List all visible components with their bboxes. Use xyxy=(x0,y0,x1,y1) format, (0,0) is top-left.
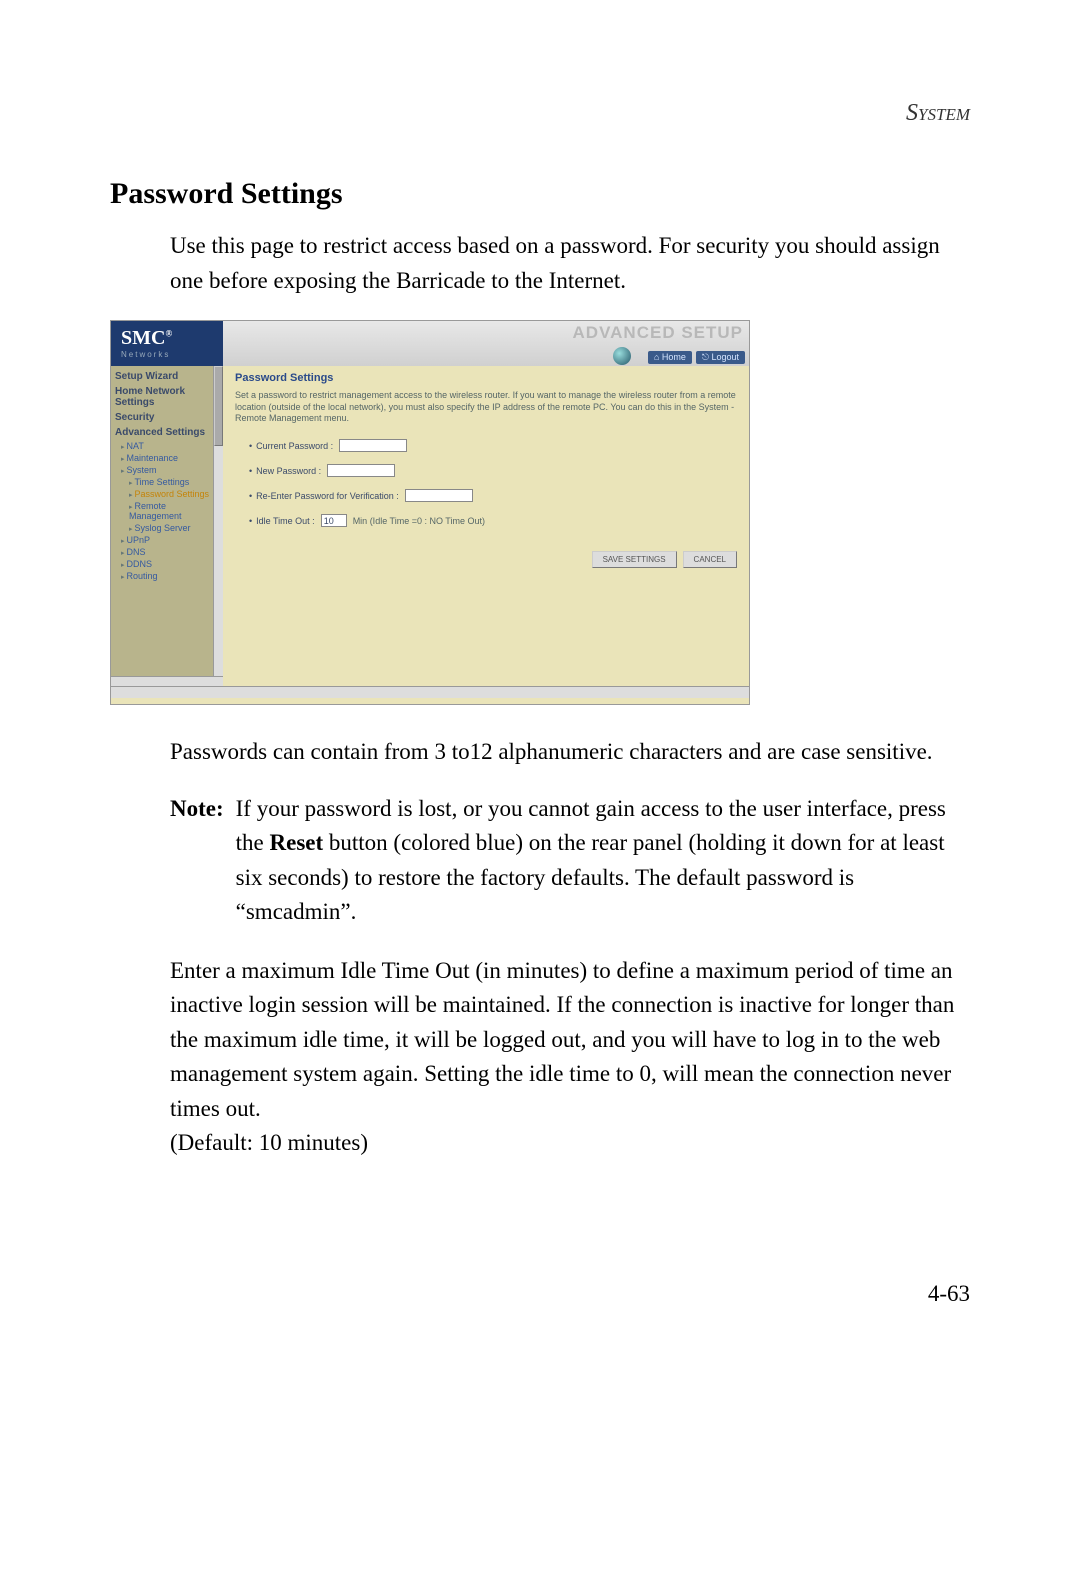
idle-timeout-label: Idle Time Out : xyxy=(256,516,315,526)
ss-logo: SMC® Networks xyxy=(111,321,223,366)
nav-ddns[interactable]: DDNS xyxy=(115,558,219,570)
password-rules-paragraph: Passwords can contain from 3 to12 alphan… xyxy=(170,735,970,770)
reenter-password-label: Re-Enter Password for Verification : xyxy=(256,491,399,501)
nav-home-network[interactable]: Home Network Settings xyxy=(115,384,219,410)
sidebar-hscroll[interactable] xyxy=(111,676,223,686)
sidebar-vscroll-thumb[interactable] xyxy=(214,366,223,446)
bullet-icon: • xyxy=(249,466,252,476)
home-link[interactable]: ⌂ Home xyxy=(648,351,692,364)
idle-timeout-paragraph: Enter a maximum Idle Time Out (in minute… xyxy=(170,954,970,1161)
note-label: Note: xyxy=(170,792,224,930)
new-password-label: New Password : xyxy=(256,466,321,476)
nav-time-settings[interactable]: Time Settings xyxy=(115,476,219,488)
nav-syslog-server[interactable]: Syslog Server xyxy=(115,522,219,534)
page-number: 4-63 xyxy=(110,1281,970,1307)
idle-timeout-hint: Min (Idle Time =0 : NO Time Out) xyxy=(353,516,485,526)
note-content: If your password is lost, or you cannot … xyxy=(236,792,970,930)
button-row: SAVE SETTINGS CANCEL xyxy=(235,551,737,568)
sidebar-vscroll[interactable] xyxy=(213,366,223,686)
ss-sidebar: Setup Wizard Home Network Settings Secur… xyxy=(111,366,223,686)
nav-maintenance[interactable]: Maintenance xyxy=(115,452,219,464)
cancel-button[interactable]: CANCEL xyxy=(683,551,737,568)
reenter-password-input[interactable] xyxy=(405,489,473,502)
ss-banner: ADVANCED SETUP ⌂ Home ⎋ Logout xyxy=(223,321,749,366)
nav-routing[interactable]: Routing xyxy=(115,570,219,582)
new-password-row: • New Password : xyxy=(249,464,737,477)
note-block: Note: If your password is lost, or you c… xyxy=(170,792,970,930)
ss-topnav: ⌂ Home ⎋ Logout xyxy=(648,351,745,364)
logout-link[interactable]: ⎋ Logout xyxy=(696,351,745,364)
nav-nat[interactable]: NAT xyxy=(115,440,219,452)
content-desc: Set a password to restrict management ac… xyxy=(235,390,737,425)
bullet-icon: • xyxy=(249,491,252,501)
sidebar-bottom-scroll[interactable] xyxy=(111,686,749,698)
reenter-password-row: • Re-Enter Password for Verification : xyxy=(249,489,737,502)
ss-content: Password Settings Set a password to rest… xyxy=(223,366,749,686)
current-password-row: • Current Password : xyxy=(249,439,737,452)
ss-header: SMC® Networks ADVANCED SETUP ⌂ Home ⎋ Lo… xyxy=(111,321,749,366)
ss-banner-title: ADVANCED SETUP xyxy=(573,323,743,343)
current-password-label: Current Password : xyxy=(256,441,333,451)
page-section-header: System xyxy=(110,100,970,127)
bullet-icon: • xyxy=(249,441,252,451)
page-heading: Password Settings xyxy=(110,177,970,211)
nav-system[interactable]: System xyxy=(115,464,219,476)
intro-paragraph: Use this page to restrict access based o… xyxy=(170,229,970,298)
nav-upnp[interactable]: UPnP xyxy=(115,534,219,546)
logo-sub: Networks xyxy=(121,350,213,359)
idle-timeout-input[interactable]: 10 xyxy=(321,514,347,527)
new-password-input[interactable] xyxy=(327,464,395,477)
note-text-2: button (colored blue) on the rear panel … xyxy=(236,830,945,924)
router-ui-screenshot: SMC® Networks ADVANCED SETUP ⌂ Home ⎋ Lo… xyxy=(110,320,750,705)
reset-bold: Reset xyxy=(270,830,324,855)
nav-security[interactable]: Security xyxy=(115,410,219,425)
nav-advanced[interactable]: Advanced Settings xyxy=(115,425,219,440)
nav-dns[interactable]: DNS xyxy=(115,546,219,558)
logo-text: SMC xyxy=(121,327,165,349)
bullet-icon: • xyxy=(249,516,252,526)
globe-icon xyxy=(613,347,631,365)
content-title: Password Settings xyxy=(235,372,737,384)
nav-remote-management[interactable]: Remote Management xyxy=(115,500,219,522)
save-settings-button[interactable]: SAVE SETTINGS xyxy=(592,551,677,568)
nav-password-settings[interactable]: Password Settings xyxy=(115,488,219,500)
ss-body: Setup Wizard Home Network Settings Secur… xyxy=(111,366,749,686)
section-name: System xyxy=(906,100,970,126)
nav-setup-wizard[interactable]: Setup Wizard xyxy=(115,369,219,384)
current-password-input[interactable] xyxy=(339,439,407,452)
idle-timeout-row: • Idle Time Out : 10 Min (Idle Time =0 :… xyxy=(249,514,737,527)
